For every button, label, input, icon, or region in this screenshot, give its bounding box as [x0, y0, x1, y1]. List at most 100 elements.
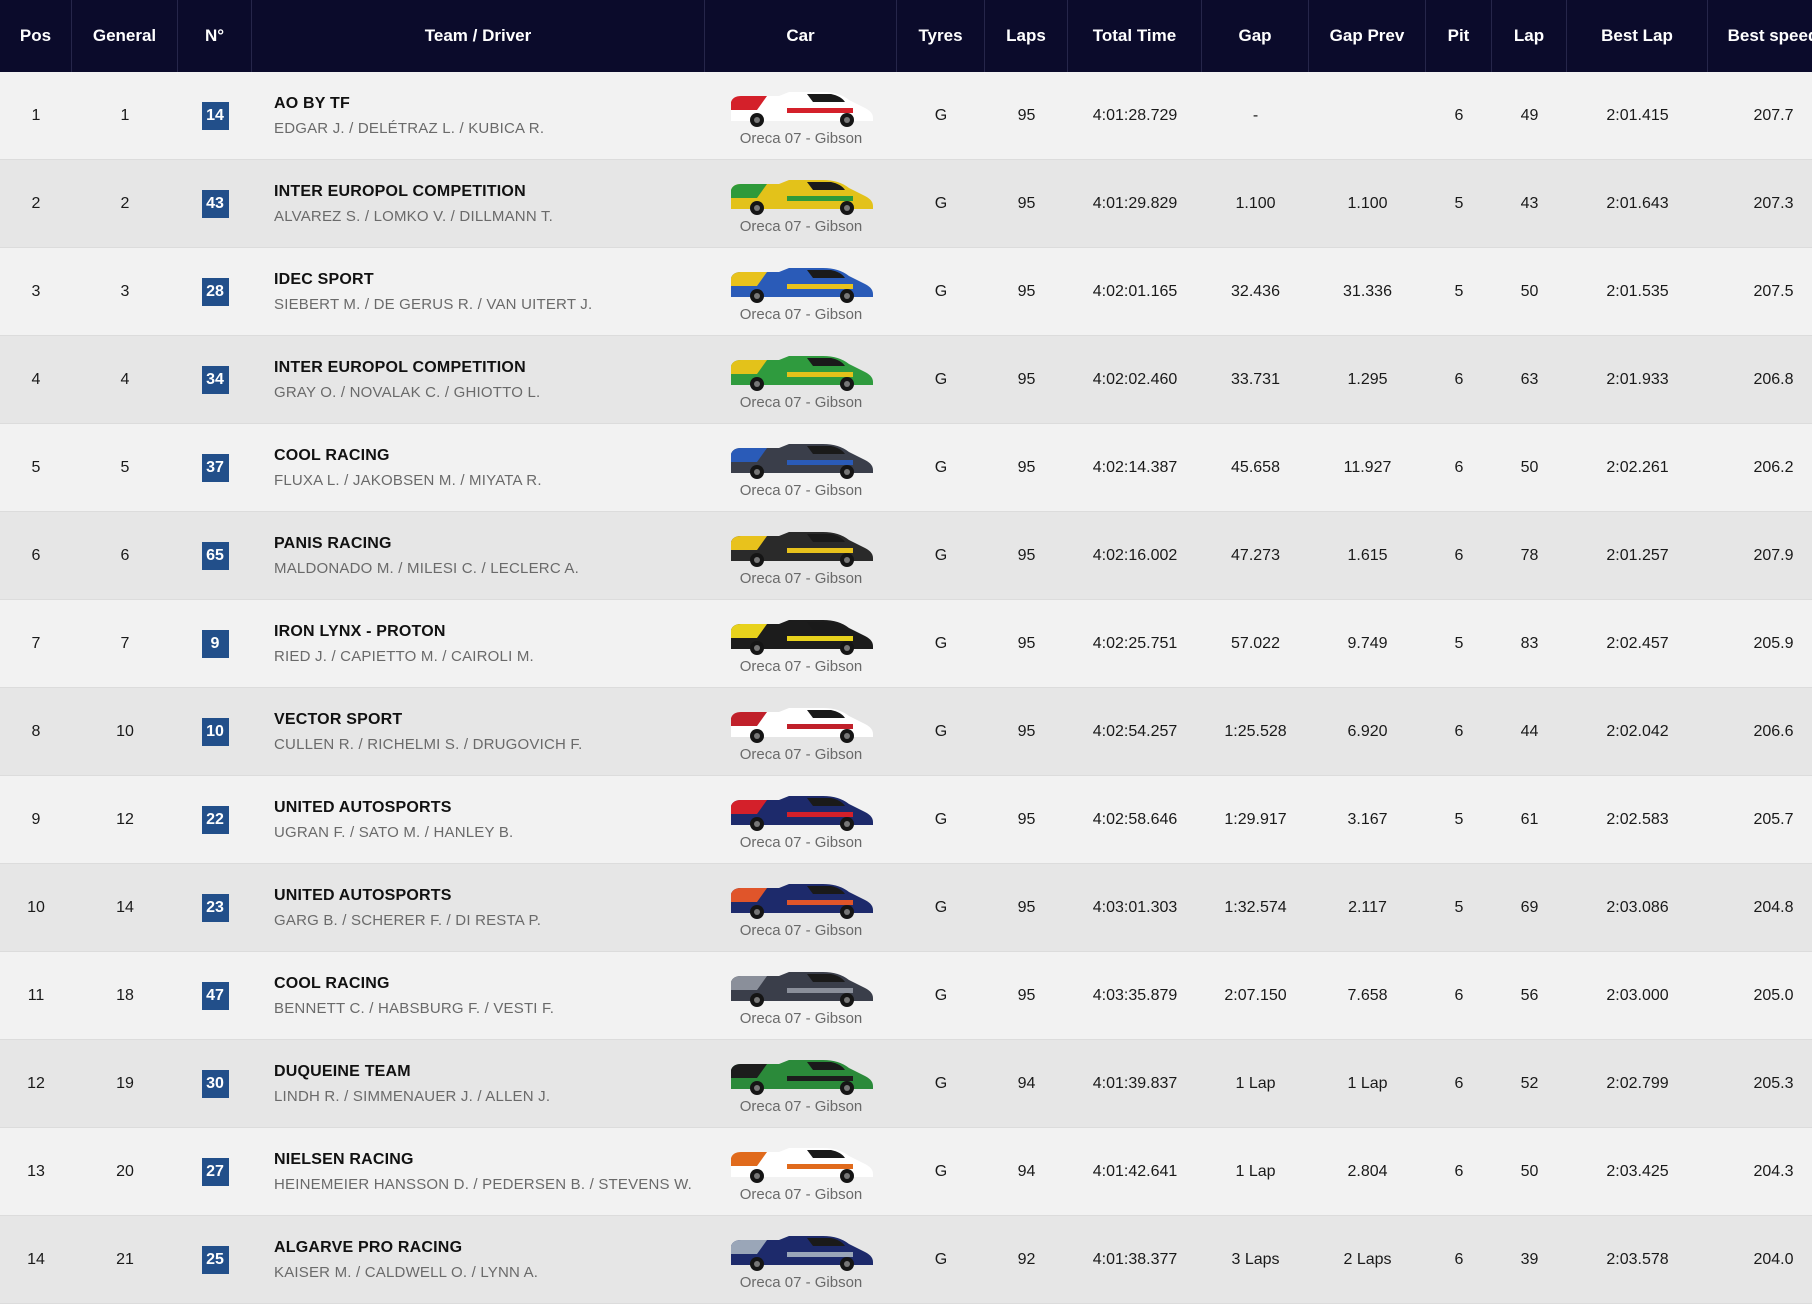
col-header-number[interactable]: N° — [178, 0, 252, 72]
best-lap-cell: 2:02.042 — [1567, 688, 1708, 776]
number-cell: 22 — [178, 776, 252, 864]
general-cell: 10 — [72, 688, 178, 776]
car-livery-icon — [731, 620, 873, 655]
best-speed-cell: 205.7 — [1708, 776, 1812, 864]
car-livery-icon — [731, 532, 873, 567]
pos-cell: 12 — [0, 1040, 72, 1128]
team-name[interactable]: NIELSEN RACING — [274, 1151, 692, 1169]
laps-cell: 95 — [985, 248, 1068, 336]
best-speed-cell: 204.8 — [1708, 864, 1812, 952]
col-header-gap[interactable]: Gap — [1202, 0, 1309, 72]
driver-names: GRAY O. / NOVALAK C. / GHIOTTO L. — [274, 383, 541, 401]
best-speed-cell: 207.5 — [1708, 248, 1812, 336]
team-name[interactable]: INTER EUROPOL COMPETITION — [274, 183, 553, 201]
team-name[interactable]: DUQUEINE TEAM — [274, 1063, 550, 1081]
team-driver-cell: COOL RACING FLUXA L. / JAKOBSEN M. / MIY… — [252, 424, 705, 512]
col-header-best-speed[interactable]: Best speed — [1708, 0, 1812, 72]
car-model: Oreca 07 - Gibson — [739, 130, 863, 147]
col-header-total-time[interactable]: Total Time — [1068, 0, 1202, 72]
col-header-gap-prev[interactable]: Gap Prev — [1309, 0, 1426, 72]
general-cell: 21 — [72, 1216, 178, 1304]
team-name[interactable]: IRON LYNX - PROTON — [274, 623, 534, 641]
gap-cell: 45.658 — [1202, 424, 1309, 512]
car-number-badge: 23 — [201, 893, 229, 922]
car-cell: Oreca 07 - Gibson — [705, 864, 897, 952]
team-driver-cell: ALGARVE PRO RACING KAISER M. / CALDWELL … — [252, 1216, 705, 1304]
col-header-car[interactable]: Car — [705, 0, 897, 72]
pit-cell: 6 — [1426, 688, 1492, 776]
team-name[interactable]: COOL RACING — [274, 975, 554, 993]
car-model: Oreca 07 - Gibson — [739, 834, 863, 851]
best-speed-cell: 204.0 — [1708, 1216, 1812, 1304]
team-name[interactable]: AO BY TF — [274, 95, 544, 113]
laps-cell: 95 — [985, 688, 1068, 776]
col-header-pos[interactable]: Pos — [0, 0, 72, 72]
total-time-cell: 4:02:16.002 — [1068, 512, 1202, 600]
best-lap-cell: 2:01.415 — [1567, 72, 1708, 160]
car-livery-icon — [731, 708, 873, 743]
total-time-cell: 4:02:02.460 — [1068, 336, 1202, 424]
team-name[interactable]: IDEC SPORT — [274, 271, 592, 289]
col-header-lap[interactable]: Lap — [1492, 0, 1567, 72]
team-name[interactable]: PANIS RACING — [274, 535, 579, 553]
laps-cell: 95 — [985, 160, 1068, 248]
col-header-team-driver[interactable]: Team / Driver — [252, 0, 705, 72]
car-model: Oreca 07 - Gibson — [739, 658, 863, 675]
pos-cell: 11 — [0, 952, 72, 1040]
col-header-best-lap[interactable]: Best Lap — [1567, 0, 1708, 72]
pit-cell: 5 — [1426, 248, 1492, 336]
col-header-pit[interactable]: Pit — [1426, 0, 1492, 72]
gap-prev-cell — [1309, 72, 1426, 160]
col-header-laps[interactable]: Laps — [985, 0, 1068, 72]
gap-cell: 1.100 — [1202, 160, 1309, 248]
lap-cell: 69 — [1492, 864, 1567, 952]
car-livery-icon — [731, 356, 873, 391]
lap-cell: 56 — [1492, 952, 1567, 1040]
pit-cell: 5 — [1426, 160, 1492, 248]
number-cell: 10 — [178, 688, 252, 776]
lap-cell: 78 — [1492, 512, 1567, 600]
pit-cell: 5 — [1426, 864, 1492, 952]
gap-cell: 33.731 — [1202, 336, 1309, 424]
car-model: Oreca 07 - Gibson — [739, 1186, 863, 1203]
gap-prev-cell: 1.100 — [1309, 160, 1426, 248]
team-name[interactable]: UNITED AUTOSPORTS — [274, 887, 541, 905]
pit-cell: 6 — [1426, 1128, 1492, 1216]
car-cell: Oreca 07 - Gibson — [705, 600, 897, 688]
team-name[interactable]: VECTOR SPORT — [274, 711, 582, 729]
total-time-cell: 4:02:01.165 — [1068, 248, 1202, 336]
total-time-cell: 4:01:29.829 — [1068, 160, 1202, 248]
driver-names: MALDONADO M. / MILESI C. / LECLERC A. — [274, 559, 579, 577]
gap-cell: 1 Lap — [1202, 1128, 1309, 1216]
laps-cell: 94 — [985, 1128, 1068, 1216]
team-name[interactable]: ALGARVE PRO RACING — [274, 1239, 538, 1257]
lap-cell: 50 — [1492, 424, 1567, 512]
car-model: Oreca 07 - Gibson — [739, 394, 863, 411]
tyres-cell: G — [897, 1216, 985, 1304]
team-name[interactable]: COOL RACING — [274, 447, 542, 465]
team-driver-cell: IRON LYNX - PROTON RIED J. / CAPIETTO M.… — [252, 600, 705, 688]
driver-names: UGRAN F. / SATO M. / HANLEY B. — [274, 823, 514, 841]
driver-names: EDGAR J. / DELÉTRAZ L. / KUBICA R. — [274, 119, 545, 137]
number-cell: 65 — [178, 512, 252, 600]
total-time-cell: 4:02:58.646 — [1068, 776, 1202, 864]
car-livery-icon — [731, 796, 873, 831]
car-number-badge: 34 — [201, 365, 229, 394]
team-name[interactable]: UNITED AUTOSPORTS — [274, 799, 513, 817]
total-time-cell: 4:02:54.257 — [1068, 688, 1202, 776]
tyres-cell: G — [897, 776, 985, 864]
number-cell: 25 — [178, 1216, 252, 1304]
laps-cell: 95 — [985, 424, 1068, 512]
driver-names: LINDH R. / SIMMENAUER J. / ALLEN J. — [274, 1087, 551, 1105]
col-header-general[interactable]: General — [72, 0, 178, 72]
car-model: Oreca 07 - Gibson — [739, 306, 863, 323]
car-livery-icon — [731, 884, 873, 919]
car-cell: Oreca 07 - Gibson — [705, 72, 897, 160]
car-cell: Oreca 07 - Gibson — [705, 1216, 897, 1304]
best-lap-cell: 2:02.583 — [1567, 776, 1708, 864]
car-livery-icon — [731, 972, 873, 1007]
pit-cell: 6 — [1426, 72, 1492, 160]
team-name[interactable]: INTER EUROPOL COMPETITION — [274, 359, 540, 377]
col-header-tyres[interactable]: Tyres — [897, 0, 985, 72]
car-cell: Oreca 07 - Gibson — [705, 424, 897, 512]
